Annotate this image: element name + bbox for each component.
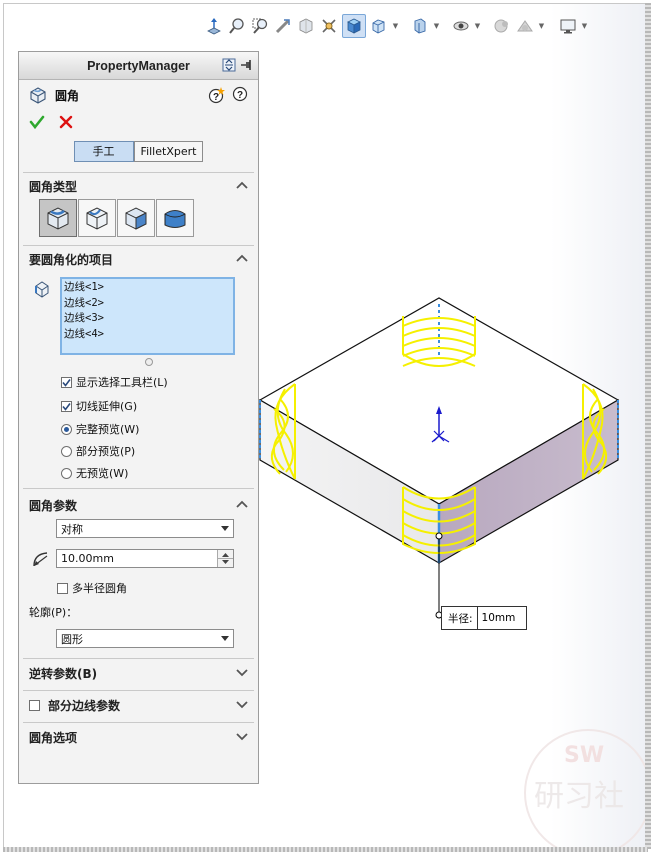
expand-chevron-down-icon[interactable] [236, 699, 248, 709]
no-preview-radio[interactable] [61, 467, 72, 479]
radius-callout[interactable]: 半径: 10mm [441, 606, 527, 630]
partial-edge-section-header[interactable]: 部分边线参数 [19, 692, 258, 718]
fillet-type-section-header[interactable]: 圆角类型 [19, 173, 258, 199]
expand-chevron-down-icon[interactable] [236, 731, 248, 741]
graphics-area[interactable]: ▼ ▼ ▼ ▼ ▼ 半径: 10mm SW 研习社 PropertyManage… [3, 3, 648, 849]
partial-preview-label: 部分预览(P) [76, 445, 136, 458]
chevron-down-icon [221, 526, 229, 531]
manual-mode-button[interactable]: 手工 [73, 140, 134, 162]
pm-title: PropertyManager [87, 58, 190, 73]
list-item[interactable]: 边线<4> [64, 327, 231, 343]
collapse-chevron-up-icon[interactable] [236, 253, 248, 263]
partial-edge-checkbox[interactable] [29, 699, 40, 711]
constant-size-fillet-icon [47, 207, 69, 230]
face-fillet-icon [125, 207, 147, 230]
full-preview-radio[interactable] [61, 423, 72, 435]
collapse-chevron-up-icon[interactable] [236, 499, 248, 509]
fillet-options-header: 圆角选项 [29, 730, 78, 745]
items-section-header[interactable]: 要圆角化的项目 [19, 246, 258, 272]
setback-header: 逆转参数(B) [29, 666, 98, 681]
ok-check-icon[interactable] [29, 114, 45, 130]
full-round-fillet-icon [164, 210, 186, 228]
setback-section-header[interactable]: 逆转参数(B) [19, 660, 258, 686]
list-item[interactable]: 边线<1> [64, 280, 231, 296]
profile-label: 轮廓(P)： [29, 606, 78, 619]
partial-preview-radio[interactable] [61, 445, 72, 457]
feature-name: 圆角 [55, 88, 80, 103]
help-icon[interactable]: ? [232, 86, 248, 102]
ok-cancel-row [19, 110, 258, 134]
svg-text:?: ? [237, 90, 243, 101]
radius-icon [33, 552, 48, 567]
filletxpert-mode-button[interactable]: FilletXpert [133, 140, 204, 162]
fillet-params-header: 圆角参数 [29, 498, 78, 513]
items-header: 要圆角化的项目 [29, 252, 114, 267]
feature-header: 圆角 ? ? [19, 80, 258, 110]
no-preview-label: 无预览(W) [76, 467, 129, 480]
face-fillet-button[interactable] [117, 199, 155, 237]
collapse-chevron-up-icon[interactable] [236, 180, 248, 190]
constant-size-fillet-button[interactable] [39, 199, 77, 237]
list-item[interactable]: 边线<2> [64, 296, 231, 312]
watermark-logo: SW 研习社 [524, 729, 647, 848]
multi-radius-checkbox[interactable] [57, 582, 68, 594]
svg-text:?: ? [213, 92, 219, 103]
show-selection-toolbar-checkbox[interactable] [61, 376, 72, 388]
tangent-propagation-checkbox[interactable] [61, 400, 72, 412]
show-selection-toolbar-option[interactable]: 显示选择工具栏(L) [61, 374, 168, 390]
list-resize-handle[interactable] [145, 358, 153, 366]
symmetry-select[interactable]: 对称 [56, 519, 234, 538]
fillet-type-buttons [19, 199, 258, 239]
full-round-fillet-button[interactable] [156, 199, 194, 237]
full-preview-label: 完整预览(W) [76, 423, 140, 436]
profile-value: 圆形 [61, 632, 83, 646]
multi-radius-option[interactable]: 多半径圆角 [57, 580, 127, 596]
tangent-propagation-label: 切线延伸(G) [76, 400, 138, 413]
radius-callout-value[interactable]: 10mm [478, 612, 516, 624]
variable-size-fillet-icon [86, 207, 108, 230]
partial-edge-header: 部分边线参数 [48, 698, 121, 713]
edges-selection-icon [35, 281, 49, 298]
multi-radius-label: 多半径圆角 [72, 582, 127, 595]
window-edge-bottom [3, 847, 648, 852]
partial-preview-option[interactable]: 部分预览(P) [61, 443, 135, 459]
radius-callout-label: 半径: [442, 607, 478, 629]
radius-spinner[interactable] [217, 550, 233, 567]
whats-wrong-help-icon[interactable]: ? [208, 86, 226, 104]
profile-select[interactable]: 圆形 [56, 629, 234, 648]
variable-size-fillet-button[interactable] [78, 199, 116, 237]
no-preview-option[interactable]: 无预览(W) [61, 465, 128, 481]
radius-value[interactable]: 10.00mm [61, 552, 114, 565]
fillet-feature-icon [30, 87, 46, 104]
pm-expand-icon[interactable] [222, 58, 236, 72]
tangent-propagation-option[interactable]: 切线延伸(G) [61, 398, 137, 414]
symmetry-value: 对称 [61, 522, 83, 536]
fillet-options-section-header[interactable]: 圆角选项 [19, 724, 258, 750]
fillet-params-section-header[interactable]: 圆角参数 [19, 492, 258, 518]
fillet-mode-bar: 手工 FilletXpert [19, 138, 258, 164]
show-selection-toolbar-label: 显示选择工具栏(L) [76, 376, 168, 389]
list-item[interactable]: 边线<3> [64, 311, 231, 327]
expand-chevron-down-icon[interactable] [236, 667, 248, 677]
pm-pin-icon[interactable] [240, 58, 254, 72]
window-edge-right [645, 3, 651, 849]
fillet-type-header: 圆角类型 [29, 179, 78, 194]
chevron-down-icon [221, 636, 229, 641]
pm-title-bar: PropertyManager [19, 52, 258, 80]
radius-input[interactable]: 10.00mm [56, 549, 234, 568]
cancel-x-icon[interactable] [59, 115, 73, 129]
full-preview-option[interactable]: 完整预览(W) [61, 421, 139, 437]
property-manager: PropertyManager 圆角 ? ? 手工 FilletXpert 圆角… [18, 51, 259, 784]
edges-selection-list[interactable]: 边线<1> 边线<2> 边线<3> 边线<4> [60, 277, 235, 355]
